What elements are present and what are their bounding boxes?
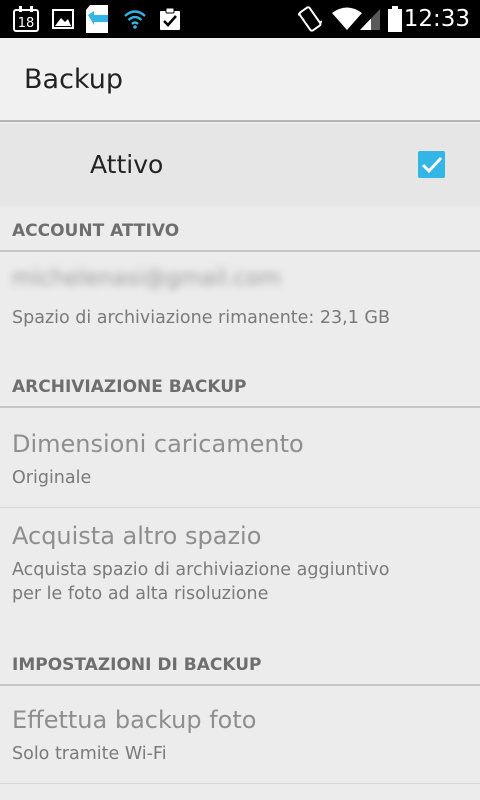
- storage-remaining-summary: Spazio di archiviazione rimanente: 23,1 …: [12, 308, 390, 328]
- sd-card-icon: [86, 0, 108, 38]
- checkmark-icon: [421, 156, 443, 174]
- section-header-account-label: ACCOUNT ATTIVO: [12, 221, 180, 241]
- account-email: michelenasi@gmail.com: [12, 266, 281, 291]
- calendar-day: 18: [18, 16, 35, 31]
- buy-storage-title: Acquista altro spazio: [12, 522, 262, 550]
- status-clock: 12:33: [403, 6, 470, 32]
- calendar-icon: 18: [12, 0, 40, 38]
- wifi-small-icon: [124, 0, 146, 38]
- backup-master-toggle-row[interactable]: Attivo: [0, 124, 480, 206]
- vibrate-icon: [298, 0, 322, 38]
- buy-storage-row[interactable]: Acquista altro spazio Acquista spazio di…: [0, 508, 480, 640]
- backup-photos-summary: Solo tramite Wi-Fi: [12, 744, 167, 764]
- buy-storage-summary: Acquista spazio di archiviazione aggiunt…: [12, 560, 390, 604]
- upload-size-row[interactable]: Dimensioni caricamento Originale: [0, 408, 480, 508]
- clipboard-check-icon: [158, 0, 182, 38]
- page-title: Backup: [24, 64, 123, 95]
- action-bar: Backup: [0, 38, 480, 122]
- backup-photos-row[interactable]: Effettua backup foto Solo tramite Wi-Fi: [0, 686, 480, 784]
- wifi-icon: [332, 0, 362, 38]
- upload-size-title: Dimensioni caricamento: [12, 430, 304, 458]
- signal-icon: [360, 0, 382, 38]
- status-bar: 18 12:33: [0, 0, 480, 38]
- section-header-settings-label: IMPOSTAZIONI DI BACKUP: [12, 655, 262, 675]
- upload-size-summary: Originale: [12, 468, 92, 488]
- section-header-settings: IMPOSTAZIONI DI BACKUP: [0, 640, 480, 686]
- backup-master-label: Attivo: [90, 150, 164, 179]
- backup-photos-title: Effettua backup foto: [12, 706, 257, 734]
- section-header-account: ACCOUNT ATTIVO: [0, 206, 480, 252]
- account-row[interactable]: michelenasi@gmail.com Spazio di archivia…: [0, 252, 480, 364]
- battery-icon: [388, 0, 402, 38]
- section-header-storage-label: ARCHIVIAZIONE BACKUP: [12, 377, 247, 397]
- image-icon: [52, 0, 74, 38]
- backup-enabled-checkbox[interactable]: [418, 151, 445, 178]
- section-header-storage: ARCHIVIAZIONE BACKUP: [0, 362, 480, 408]
